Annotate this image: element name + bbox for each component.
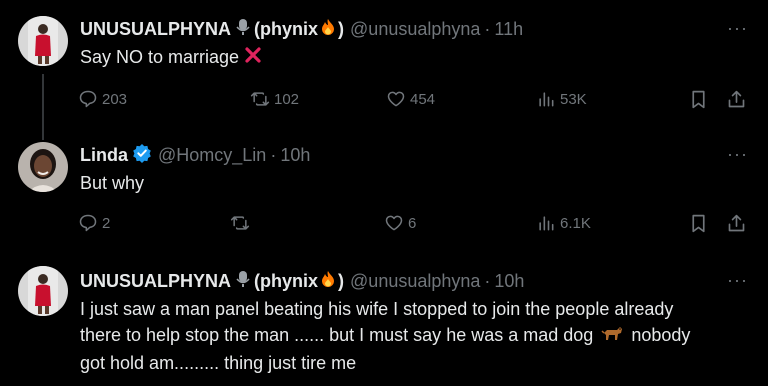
avatar-unusualphyna[interactable] bbox=[18, 266, 68, 316]
tweet-text: But why bbox=[80, 173, 145, 193]
reply-count: 203 bbox=[102, 90, 128, 108]
reply-icon bbox=[79, 90, 97, 108]
tweet-3[interactable]: UNUSUALPHYNA (phynix ) @unusualphyna · 1… bbox=[0, 266, 768, 386]
bookmark-button[interactable] bbox=[688, 89, 709, 115]
tweet-2[interactable]: Linda @Homcy_Lin · 10h ··· But why 2 6 6… bbox=[0, 134, 768, 254]
timestamp[interactable]: 10h bbox=[494, 271, 524, 292]
tweet-text-line-2a: there to help stop the man ...... but I … bbox=[80, 325, 594, 345]
bookmark-icon bbox=[692, 214, 705, 233]
action-bar: 203 102 454 53K bbox=[78, 89, 750, 111]
microphone-icon bbox=[236, 270, 250, 293]
avatar-unusualphyna[interactable] bbox=[18, 16, 68, 66]
more-options-icon[interactable]: ··· bbox=[727, 18, 748, 39]
views-button[interactable]: 53K bbox=[536, 89, 587, 109]
display-name[interactable]: UNUSUALPHYNA bbox=[80, 271, 231, 292]
fire-emoji-icon bbox=[319, 18, 337, 41]
bookmark-button[interactable] bbox=[688, 213, 709, 239]
repost-button[interactable]: 102 bbox=[250, 89, 299, 109]
repost-icon bbox=[230, 216, 250, 230]
display-name-close: ) bbox=[338, 270, 345, 291]
tweet-1[interactable]: UNUSUALPHYNA (phynix ) @unusualphyna · 1… bbox=[0, 0, 768, 130]
avatar-linda[interactable] bbox=[18, 142, 68, 192]
tweet-text-content: Say NO to marriage bbox=[80, 47, 240, 67]
timestamp[interactable]: 10h bbox=[280, 145, 310, 166]
bookmark-icon bbox=[692, 90, 705, 109]
more-options-icon[interactable]: ··· bbox=[727, 144, 748, 165]
like-button[interactable]: 6 bbox=[384, 213, 416, 233]
share-button[interactable] bbox=[726, 213, 747, 239]
separator-dot: · bbox=[484, 18, 491, 39]
verified-badge-icon bbox=[132, 143, 152, 168]
repost-icon bbox=[250, 92, 270, 106]
heart-icon bbox=[385, 215, 403, 231]
action-bar: 2 6 6.1K bbox=[78, 213, 750, 235]
fire-emoji-icon bbox=[319, 270, 337, 293]
repost-button[interactable] bbox=[230, 213, 254, 233]
tweet-text-line-1: I just saw a man panel beating his wife … bbox=[80, 299, 674, 319]
avatar-image bbox=[18, 142, 68, 192]
analytics-icon bbox=[539, 216, 554, 231]
reply-count: 2 bbox=[102, 214, 111, 232]
display-name-close: ) bbox=[338, 18, 345, 39]
display-name-suffix: (phynix bbox=[254, 270, 319, 291]
reply-button[interactable]: 203 bbox=[78, 89, 127, 109]
tweet-text: Say NO to marriage bbox=[80, 44, 262, 71]
reply-button[interactable]: 2 bbox=[78, 213, 110, 233]
view-count: 6.1K bbox=[560, 214, 591, 232]
like-count: 454 bbox=[410, 90, 436, 108]
share-button[interactable] bbox=[726, 89, 747, 115]
repost-count: 102 bbox=[274, 90, 300, 108]
more-options-icon[interactable]: ··· bbox=[727, 270, 748, 291]
heart-icon bbox=[387, 91, 405, 107]
handle[interactable]: @Homcy_Lin bbox=[158, 145, 266, 166]
view-count: 53K bbox=[560, 90, 587, 108]
tweet-header: UNUSUALPHYNA (phynix ) @unusualphyna · 1… bbox=[80, 16, 523, 42]
avatar-image bbox=[18, 16, 68, 66]
display-name-suffix: (phynix bbox=[254, 18, 319, 39]
tweet-header: Linda @Homcy_Lin · 10h bbox=[80, 142, 310, 168]
like-count: 6 bbox=[408, 214, 417, 232]
timestamp[interactable]: 11h bbox=[494, 19, 523, 40]
tweet-text-line-2: there to help stop the man ...... but I … bbox=[80, 322, 750, 350]
analytics-icon bbox=[539, 92, 554, 107]
like-button[interactable]: 454 bbox=[386, 89, 435, 109]
share-icon bbox=[728, 214, 745, 232]
tweet-text-line-3: got hold am......... thing just tire me bbox=[80, 352, 357, 373]
views-button[interactable]: 6.1K bbox=[536, 213, 591, 233]
microphone-icon bbox=[236, 18, 250, 41]
separator-dot: · bbox=[270, 144, 277, 165]
separator-dot: · bbox=[484, 270, 491, 291]
tweet-text: I just saw a man panel beating his wife … bbox=[80, 296, 750, 376]
display-name[interactable]: Linda bbox=[80, 145, 128, 166]
handle[interactable]: @unusualphyna bbox=[350, 271, 480, 292]
cross-mark-icon bbox=[244, 45, 262, 71]
display-name[interactable]: UNUSUALPHYNA bbox=[80, 19, 231, 40]
tweet-text-line-2b: nobody bbox=[631, 325, 691, 345]
handle[interactable]: @unusualphyna bbox=[350, 19, 480, 40]
dog-emoji-icon bbox=[601, 323, 623, 350]
share-icon bbox=[728, 90, 745, 108]
avatar-image bbox=[18, 266, 68, 316]
tweet-header: UNUSUALPHYNA (phynix ) @unusualphyna · 1… bbox=[80, 268, 524, 294]
reply-icon bbox=[79, 214, 97, 232]
